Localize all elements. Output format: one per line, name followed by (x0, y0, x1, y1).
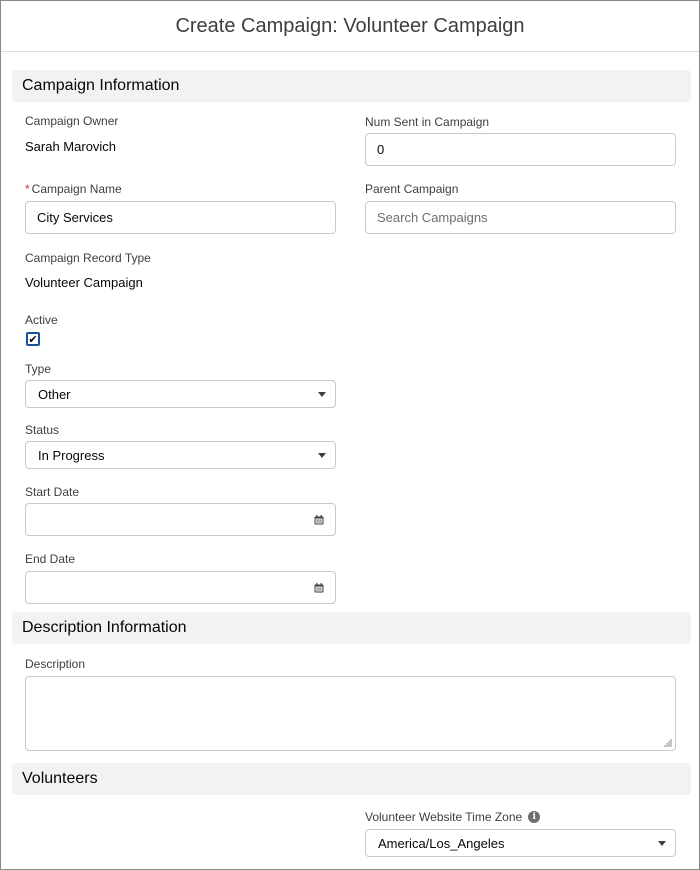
num-sent-label: Num Sent in Campaign (365, 115, 490, 129)
num-sent-input[interactable]: 0 (365, 133, 676, 166)
modal-title: Create Campaign: Volunteer Campaign (175, 14, 525, 37)
create-campaign-modal: Create Campaign: Volunteer Campaign Camp… (0, 0, 700, 870)
calendar-icon[interactable] (314, 514, 324, 525)
type-label: Type (25, 362, 52, 376)
status-select[interactable]: In Progress (25, 441, 336, 469)
type-selected-value: Other (38, 386, 71, 402)
chevron-down-icon (658, 841, 666, 846)
section-title: Campaign Information (22, 77, 180, 94)
status-selected-value: In Progress (38, 447, 105, 463)
start-date-label: Start Date (25, 485, 80, 499)
resize-handle-icon[interactable] (664, 739, 672, 747)
chevron-down-icon (318, 453, 326, 458)
chevron-down-icon (318, 392, 326, 397)
description-textarea[interactable] (25, 676, 676, 751)
active-checkbox[interactable]: ✔ (26, 332, 40, 346)
type-select[interactable]: Other (25, 380, 336, 408)
section-title: Volunteers (22, 770, 98, 787)
calendar-icon[interactable] (314, 582, 324, 593)
timezone-select[interactable]: America/Los_Angeles (365, 829, 676, 857)
active-label: Active (25, 313, 58, 327)
status-label: Status (25, 423, 60, 437)
check-mark-icon: ✔ (28, 332, 38, 346)
section-header-description-information[interactable]: Description Information (12, 612, 691, 644)
parent-campaign-placeholder: Search Campaigns (377, 210, 488, 225)
description-label: Description (25, 657, 86, 671)
campaign-name-value: City Services (37, 210, 113, 225)
end-date-label: End Date (25, 552, 76, 566)
info-icon[interactable]: i (528, 811, 541, 823)
end-date-input[interactable] (25, 571, 336, 604)
modal-header: Create Campaign: Volunteer Campaign (1, 1, 699, 52)
campaign-owner-label: Campaign Owner (25, 114, 119, 128)
campaign-owner-value: Sarah Marovich (25, 139, 117, 154)
timezone-selected-value: America/Los_Angeles (378, 835, 505, 851)
required-indicator: * (25, 182, 30, 196)
section-header-volunteers[interactable]: Volunteers (12, 763, 691, 795)
section-title: Description Information (22, 619, 187, 636)
timezone-label-text: Volunteer Website Time Zone (365, 810, 523, 824)
num-sent-value: 0 (377, 142, 385, 157)
campaign-name-label-text: Campaign Name (31, 182, 122, 196)
parent-campaign-search-input[interactable]: Search Campaigns (365, 201, 676, 234)
parent-campaign-label: Parent Campaign (365, 182, 459, 196)
section-header-campaign-information[interactable]: Campaign Information (12, 70, 691, 102)
timezone-label: Volunteer Website Time Zone i (365, 810, 541, 824)
start-date-input[interactable] (25, 503, 336, 536)
campaign-name-label: * Campaign Name (25, 182, 122, 196)
record-type-value: Volunteer Campaign (25, 275, 143, 290)
record-type-label: Campaign Record Type (25, 251, 151, 265)
campaign-name-input[interactable]: City Services (25, 201, 336, 234)
